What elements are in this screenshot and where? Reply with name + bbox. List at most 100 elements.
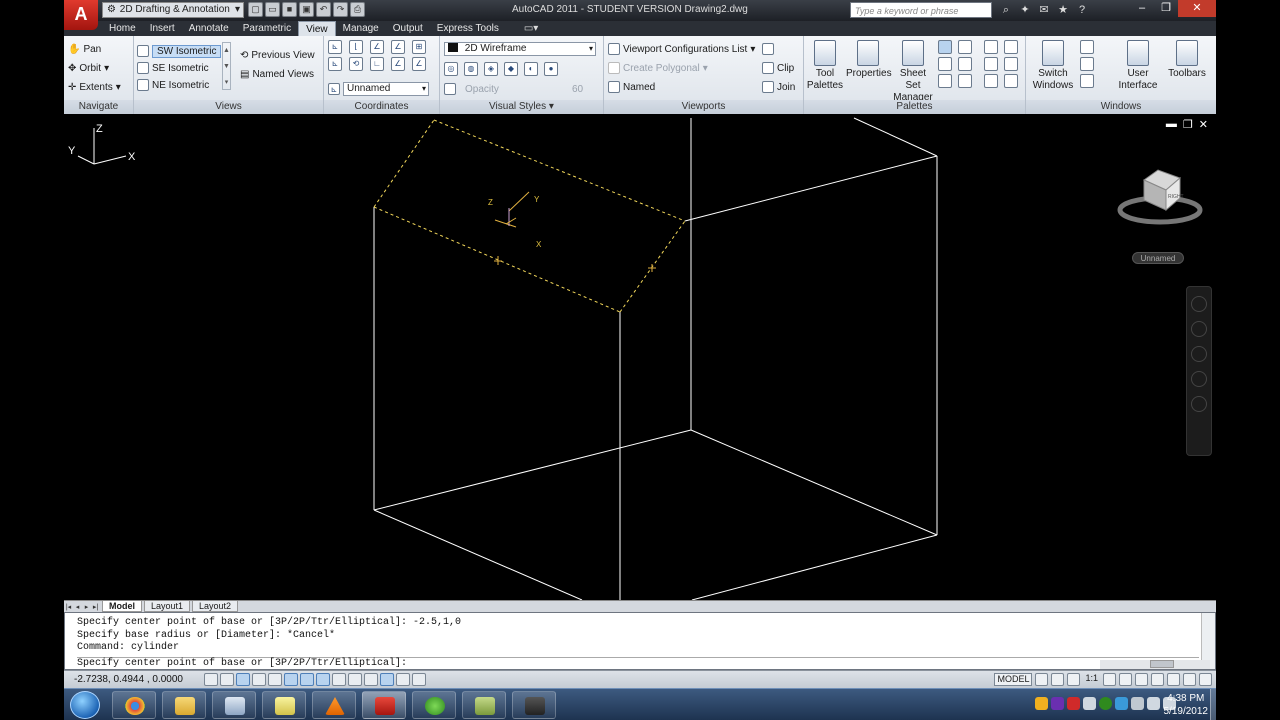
application-menu-button[interactable]: A — [64, 0, 98, 30]
network-tray-icon[interactable] — [1115, 697, 1128, 710]
object-snap-tracking-icon[interactable] — [316, 673, 330, 686]
ucs-menu[interactable]: Unnamed — [1132, 252, 1184, 264]
taskbar-recorder[interactable] — [512, 691, 556, 719]
close-icon[interactable]: ✕ — [1178, 0, 1216, 17]
drawing-horizontal-scrollbar[interactable] — [1100, 660, 1210, 669]
advanced-render-icon[interactable] — [984, 74, 998, 88]
start-button[interactable] — [70, 691, 100, 719]
restore-icon[interactable]: ❐ — [1183, 118, 1193, 131]
create-polygonal-button[interactable]: Create Polygonal ▾ — [608, 59, 708, 77]
view-preset-ne-isometric[interactable]: NE Isometric — [137, 76, 209, 94]
dynamic-input-icon[interactable] — [348, 673, 362, 686]
selection-cycling-icon[interactable] — [412, 673, 426, 686]
materials-icon[interactable] — [984, 57, 998, 71]
taskbar-app-green[interactable] — [462, 691, 506, 719]
last-layout-icon[interactable]: ▸| — [91, 603, 100, 611]
tool-palette-icon[interactable] — [938, 57, 952, 71]
isolate-objects-icon[interactable] — [1183, 673, 1196, 686]
workspace-switching-icon[interactable] — [1135, 673, 1148, 686]
minimize-icon[interactable]: – — [1130, 0, 1154, 17]
lights-icon[interactable] — [1004, 40, 1018, 54]
tab-home[interactable]: Home — [102, 21, 143, 36]
ribbon-minimize-icon[interactable]: ▭▾ — [524, 21, 548, 36]
clock[interactable]: 4:38 PM 5/19/2012 — [1164, 692, 1209, 718]
ucs-x-icon[interactable]: ∠ — [370, 40, 384, 54]
view-preset-sw-isometric[interactable]: SW Isometric — [137, 42, 222, 60]
tab-view[interactable]: View — [298, 21, 336, 36]
previous-view-button[interactable]: ⟲ Previous View — [240, 46, 315, 64]
search-input[interactable]: Type a keyword or phrase — [850, 2, 992, 18]
tool-palettes-button[interactable]: Tool Palettes — [804, 40, 846, 92]
tab-output[interactable]: Output — [386, 21, 430, 36]
ucs-previous-icon[interactable]: ⟲ — [349, 57, 363, 71]
new-icon[interactable]: ▢ — [248, 2, 263, 17]
minimize-icon[interactable]: ▬ — [1166, 118, 1177, 131]
taskbar-vlc[interactable] — [312, 691, 356, 719]
view-preset-se-isometric[interactable]: SE Isometric — [137, 59, 209, 77]
favorites-icon[interactable]: ★ — [1055, 2, 1071, 18]
tab-insert[interactable]: Insert — [143, 21, 182, 36]
markup-icon[interactable] — [958, 57, 972, 71]
redo-icon[interactable]: ↷ — [333, 2, 348, 17]
show-desktop-button[interactable] — [1210, 689, 1216, 720]
model-space-button[interactable]: MODEL — [994, 673, 1033, 686]
showmotion-icon[interactable] — [1191, 396, 1207, 412]
dbconnect-icon[interactable] — [958, 74, 972, 88]
ucs-view-icon[interactable]: ∟ — [370, 57, 384, 71]
flag-icon[interactable] — [1147, 697, 1160, 710]
auto-scale-icon[interactable] — [1119, 673, 1132, 686]
snap-mode-icon[interactable] — [220, 673, 234, 686]
object-snap-icon[interactable] — [284, 673, 298, 686]
close-icon[interactable]: ✕ — [1199, 118, 1208, 131]
new-viewport-button[interactable] — [762, 40, 774, 58]
view-list-scrollbar[interactable]: ▲ ▼ ▾ — [222, 42, 231, 90]
cascade-icon[interactable] — [1080, 74, 1094, 88]
tab-express-tools[interactable]: Express Tools — [430, 21, 506, 36]
quick-properties-icon[interactable] — [396, 673, 410, 686]
help-icon[interactable]: ? — [1074, 2, 1090, 18]
design-center-icon[interactable] — [938, 40, 952, 54]
material-icon[interactable]: ◈ — [484, 62, 498, 76]
sun-icon[interactable] — [1004, 74, 1018, 88]
layout-tab-model[interactable]: Model — [102, 601, 142, 612]
first-layout-icon[interactable]: |◂ — [64, 603, 73, 611]
next-layout-icon[interactable]: ▸ — [82, 603, 91, 611]
scrollbar-thumb[interactable] — [1150, 660, 1174, 668]
annotation-scale-value[interactable]: 1:1 — [1083, 673, 1100, 686]
subscription-icon[interactable]: ✦ — [1017, 2, 1033, 18]
hardware-acceleration-icon[interactable] — [1167, 673, 1180, 686]
clean-screen-icon[interactable] — [1199, 673, 1212, 686]
tray-icon[interactable] — [1083, 697, 1096, 710]
layout-tab-layout2[interactable]: Layout2 — [192, 601, 239, 612]
extents-button[interactable]: ✛ Extents ▾ — [68, 78, 121, 96]
orbit-button[interactable]: ✥ Orbit ▾ — [68, 59, 109, 77]
tile-vertical-icon[interactable] — [1080, 57, 1094, 71]
pan-button[interactable]: ✋ Pan — [68, 40, 101, 58]
taskbar-chrome[interactable] — [112, 691, 156, 719]
tray-icon[interactable] — [1035, 697, 1048, 710]
properties-button[interactable]: Properties — [846, 40, 892, 80]
command-input[interactable]: Specify center point of base or [3P/2P/T… — [77, 658, 407, 669]
orbit-icon[interactable] — [1191, 371, 1207, 387]
pan-icon[interactable] — [1191, 321, 1207, 337]
taskbar-utorrent[interactable] — [412, 691, 456, 719]
ucs-named-combo[interactable]: ⊾ Unnamed ▾ — [328, 80, 429, 98]
transparency-icon[interactable] — [380, 673, 394, 686]
annotation-scale-icon[interactable] — [1067, 673, 1081, 686]
switch-windows-button[interactable]: Switch Windows — [1032, 40, 1074, 92]
ucs-combo-box[interactable]: Unnamed ▾ — [343, 82, 429, 96]
taskbar-calculator[interactable] — [212, 691, 256, 719]
toolbars-button[interactable]: Toolbars — [1166, 40, 1208, 80]
lock-ui-icon[interactable] — [1151, 673, 1164, 686]
clip-button[interactable]: Clip — [762, 59, 794, 77]
plot-icon[interactable]: ⎙ — [350, 2, 365, 17]
shading-icon[interactable]: ◍ — [464, 62, 478, 76]
join-button[interactable]: Join — [762, 78, 795, 96]
3d-object-snap-icon[interactable] — [300, 673, 314, 686]
taskbar-notes[interactable] — [262, 691, 306, 719]
tray-icon[interactable] — [1131, 697, 1144, 710]
grid-display-icon[interactable] — [236, 673, 250, 686]
annotation-visibility-icon[interactable] — [1103, 673, 1116, 686]
globe-icon[interactable]: ◎ — [444, 62, 458, 76]
polar-tracking-icon[interactable] — [268, 673, 282, 686]
